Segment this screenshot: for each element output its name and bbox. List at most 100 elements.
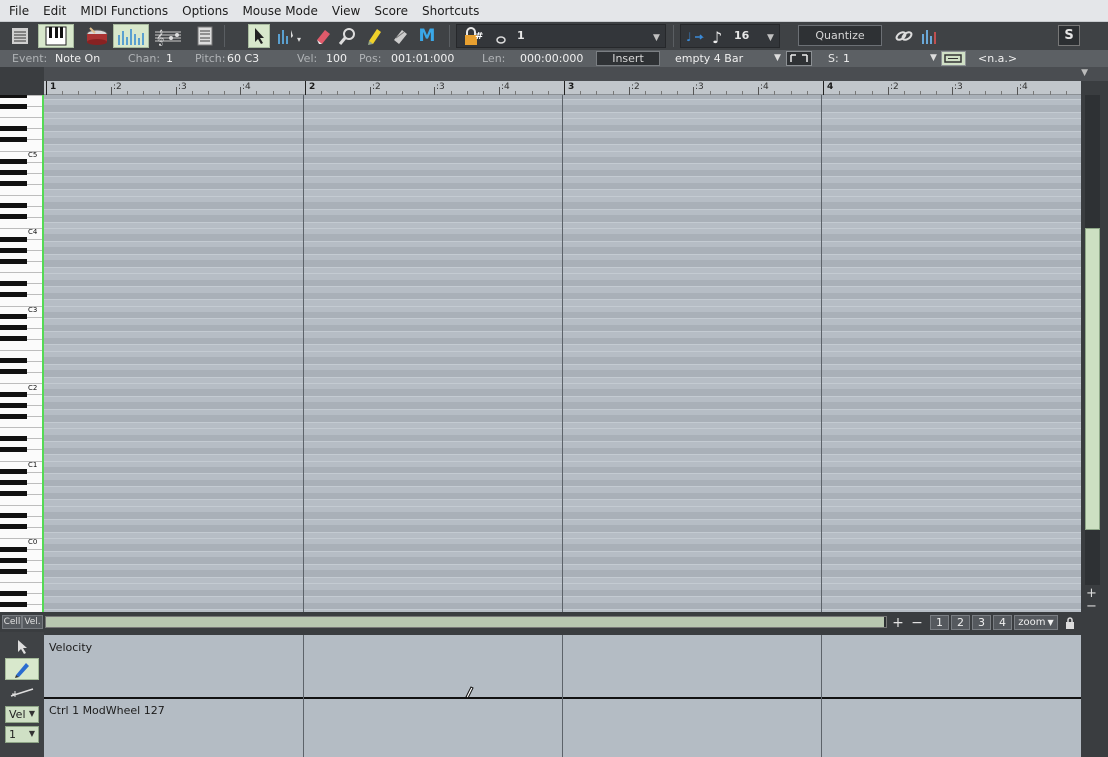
black-key[interactable]	[0, 159, 27, 165]
black-key[interactable]	[0, 402, 27, 408]
m-tool-icon[interactable]: M	[415, 24, 439, 48]
black-key[interactable]	[0, 358, 27, 364]
controller-number-select[interactable]: 1 ▼	[5, 726, 39, 743]
velocity-tool-icon[interactable]: ▾	[273, 24, 309, 48]
black-key[interactable]	[0, 203, 27, 209]
bar-ruler[interactable]: 1 :2 :3 :4 2 :2 :3 :4 3 :2 :3 :4 4 :2 :3…	[44, 81, 1081, 95]
black-key[interactable]	[0, 236, 27, 242]
black-key[interactable]	[0, 435, 27, 441]
menu-edit[interactable]: Edit	[36, 0, 73, 22]
event-value[interactable]: Note On	[55, 52, 100, 65]
black-key[interactable]	[0, 280, 27, 286]
velocity-editor-icon[interactable]	[113, 24, 149, 48]
black-key[interactable]	[0, 181, 27, 187]
black-key[interactable]	[0, 369, 27, 375]
black-key[interactable]	[0, 314, 27, 320]
controller-lanes[interactable]: Velocity Ctrl 1 ModWheel 127	[44, 632, 1081, 757]
black-key[interactable]	[0, 568, 27, 574]
quantize-button[interactable]: Quantize	[798, 25, 882, 46]
black-key[interactable]	[0, 590, 27, 596]
black-key[interactable]	[0, 413, 27, 419]
snap-selector[interactable]: # 1 ▼	[456, 24, 666, 48]
len-value[interactable]: 000:00:000	[520, 52, 583, 65]
zoom-dropdown[interactable]: zoom ▼	[1014, 615, 1058, 630]
note-length-selector[interactable]: ♩ ♪ 16 ▼	[680, 24, 780, 48]
piano-roll-icon[interactable]	[38, 24, 74, 48]
zoom-preset-3[interactable]: 3	[972, 615, 991, 630]
score-editor-icon[interactable]: 𝄞	[152, 24, 184, 48]
black-key[interactable]	[0, 446, 27, 452]
zoom-preset-1[interactable]: 1	[930, 615, 949, 630]
menu-midi-functions[interactable]: MIDI Functions	[73, 0, 175, 22]
score-sheet-icon[interactable]	[193, 24, 217, 48]
black-key[interactable]	[0, 491, 27, 497]
piano-keyboard[interactable]: C5 C4 C3 C2 C1 C0	[0, 95, 44, 612]
pos-value[interactable]: 001:01:000	[391, 52, 454, 65]
velocity-meter-icon[interactable]	[918, 24, 942, 48]
black-key[interactable]	[0, 247, 27, 253]
black-key[interactable]	[0, 469, 27, 475]
zoom-in-button[interactable]: +	[890, 615, 906, 631]
vertical-scrollbar[interactable]: + −	[1081, 81, 1108, 613]
loop-bracket-button[interactable]	[786, 51, 812, 66]
black-key[interactable]	[0, 136, 27, 142]
chevron-down-icon[interactable]: ▼	[653, 33, 660, 43]
link-icon[interactable]	[892, 24, 916, 48]
zoom-out-button[interactable]: −	[909, 615, 925, 631]
highlighter-icon[interactable]	[362, 24, 386, 48]
insert-button[interactable]: Insert	[596, 51, 660, 66]
menu-score[interactable]: Score	[367, 0, 415, 22]
magnifier-icon[interactable]	[336, 24, 360, 48]
menu-shortcuts[interactable]: Shortcuts	[415, 0, 486, 22]
horizontal-scroll-thumb[interactable]	[46, 617, 884, 627]
chevron-down-icon[interactable]: ▼	[1081, 68, 1088, 78]
menu-view[interactable]: View	[325, 0, 367, 22]
chevron-down-icon[interactable]: ▼	[767, 33, 774, 43]
zoom-preset-4[interactable]: 4	[993, 615, 1012, 630]
black-key[interactable]	[0, 258, 27, 264]
s-value[interactable]: 1	[843, 52, 850, 65]
display-toggle-button[interactable]	[941, 51, 966, 66]
black-key[interactable]	[0, 480, 27, 486]
black-key[interactable]	[0, 125, 27, 131]
ctrl-select-arrow-icon[interactable]	[5, 636, 39, 658]
drum-editor-icon[interactable]	[82, 24, 112, 48]
menu-options[interactable]: Options	[175, 0, 235, 22]
chevron-down-icon[interactable]: ▼	[774, 53, 781, 63]
mute-tool-icon[interactable]	[388, 24, 412, 48]
note-grid[interactable]	[44, 95, 1081, 612]
eraser-icon[interactable]	[311, 24, 335, 48]
black-key[interactable]	[0, 214, 27, 220]
vel-value[interactable]: 100	[326, 52, 347, 65]
black-key[interactable]	[0, 103, 27, 109]
black-key[interactable]	[0, 336, 27, 342]
black-key[interactable]	[0, 391, 27, 397]
black-key[interactable]	[0, 546, 27, 552]
na-value[interactable]: <n.a.>	[978, 52, 1017, 65]
black-key[interactable]	[0, 291, 27, 297]
zoom-preset-2[interactable]: 2	[951, 615, 970, 630]
solo-button[interactable]: S	[1058, 25, 1080, 46]
cell-view-button[interactable]: Cell	[2, 615, 22, 629]
menu-file[interactable]: File	[0, 0, 36, 22]
black-key[interactable]	[0, 557, 27, 563]
vertical-scroll-thumb[interactable]	[1085, 228, 1100, 530]
black-key[interactable]	[0, 170, 27, 176]
black-key[interactable]	[0, 601, 27, 607]
ctrl-line-tool-icon[interactable]	[5, 681, 39, 703]
pattern-select[interactable]: empty 4 Bar	[675, 52, 743, 65]
black-key[interactable]	[0, 513, 27, 519]
list-editor-icon[interactable]	[8, 24, 32, 48]
chan-value[interactable]: 1	[166, 52, 173, 65]
pitch-value[interactable]: 60 C3	[227, 52, 259, 65]
chevron-down-icon[interactable]: ▼	[930, 53, 937, 63]
black-key[interactable]	[0, 524, 27, 530]
menu-mouse-mode[interactable]: Mouse Mode	[235, 0, 324, 22]
controller-lane-select[interactable]: Vel ▼	[5, 706, 39, 723]
black-key[interactable]	[0, 325, 27, 331]
ctrl-pencil-icon[interactable]	[5, 658, 39, 680]
lock-icon[interactable]	[1062, 615, 1078, 630]
vel-view-button[interactable]: Vel.	[22, 615, 43, 629]
black-key[interactable]	[0, 95, 27, 98]
select-arrow-icon[interactable]	[248, 24, 270, 48]
